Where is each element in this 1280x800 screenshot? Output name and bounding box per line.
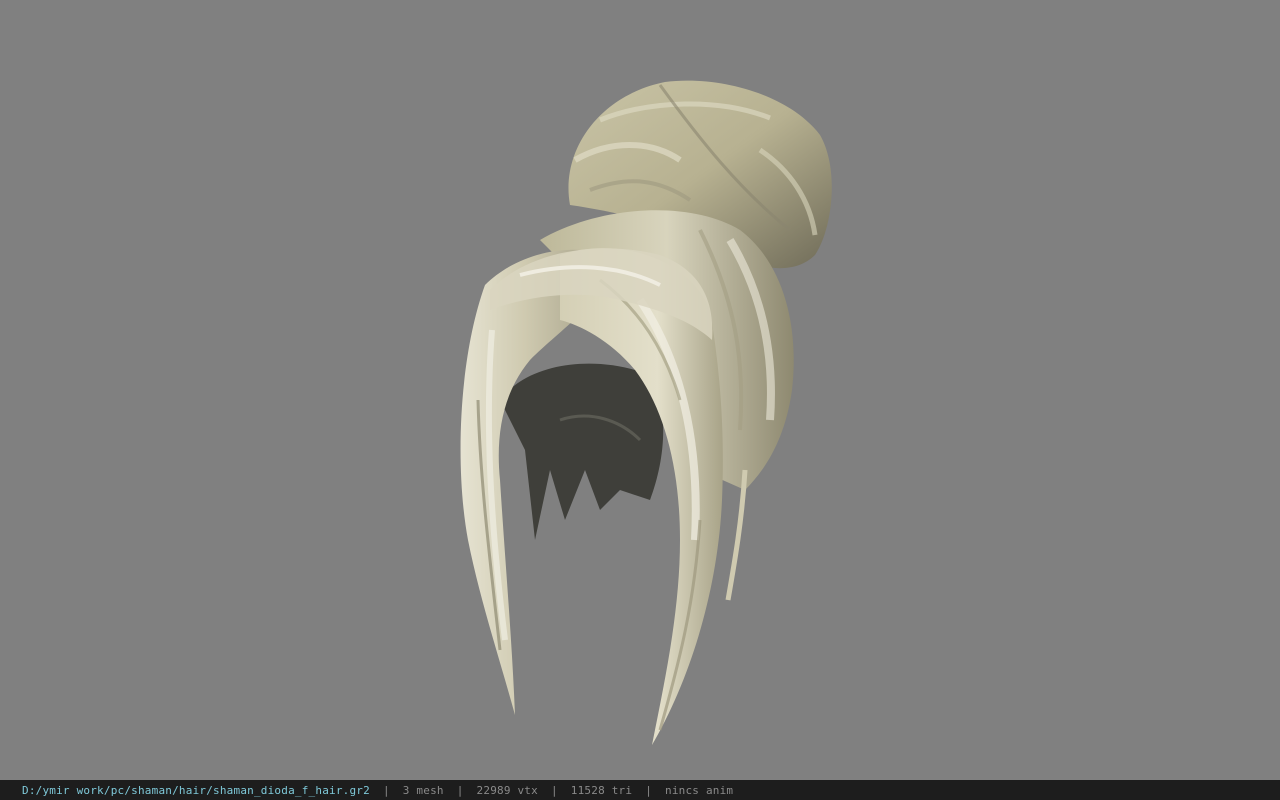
status-bar: D:/ymir work/pc/shaman/hair/shaman_dioda… <box>0 780 1280 800</box>
status-separator: | <box>456 783 464 797</box>
animation-status: nincs anim <box>665 783 734 797</box>
mesh-count: 3 mesh <box>402 783 444 797</box>
vertex-count: 22989 vtx <box>476 783 538 797</box>
file-path: D:/ymir work/pc/shaman/hair/shaman_dioda… <box>22 783 370 797</box>
status-separator: | <box>550 783 558 797</box>
status-separator: | <box>382 783 390 797</box>
hair-inner-shadow <box>500 363 664 540</box>
3d-viewport[interactable] <box>0 0 1280 780</box>
status-separator: | <box>645 783 653 797</box>
hair-model[interactable] <box>0 0 1280 780</box>
triangle-count: 11528 tri <box>570 783 633 797</box>
